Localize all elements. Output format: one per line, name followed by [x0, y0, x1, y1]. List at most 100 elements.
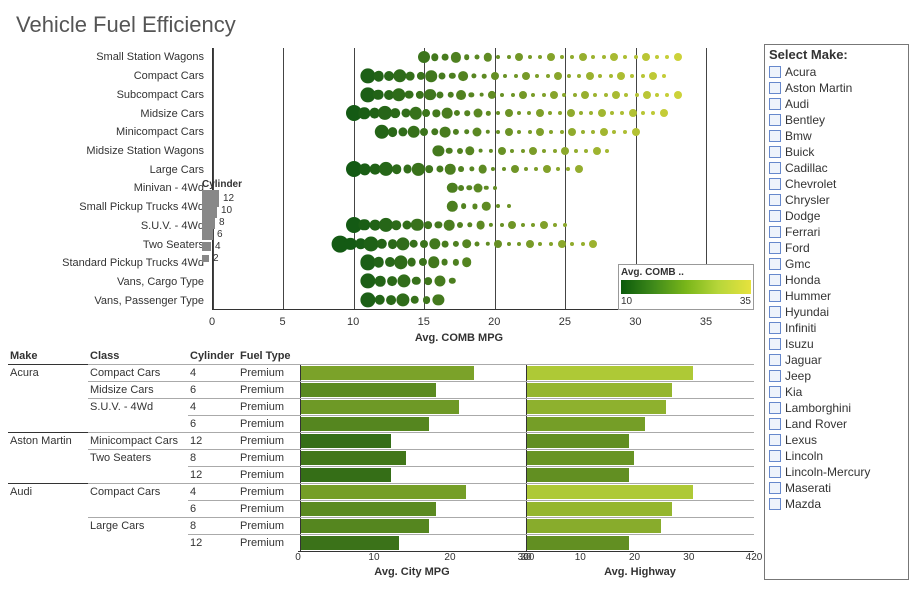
data-point[interactable] — [498, 147, 506, 155]
data-point[interactable] — [505, 109, 513, 117]
make-filter-item[interactable]: Kia — [769, 384, 904, 400]
data-point[interactable] — [521, 149, 525, 153]
data-point[interactable] — [409, 239, 418, 248]
data-point[interactable] — [549, 130, 553, 134]
data-point[interactable] — [502, 167, 506, 171]
data-point[interactable] — [442, 54, 449, 61]
data-point[interactable] — [479, 92, 484, 97]
data-point[interactable] — [563, 223, 567, 227]
hwy-bar[interactable] — [527, 468, 629, 482]
city-bar[interactable] — [301, 400, 459, 414]
data-point[interactable] — [359, 219, 370, 230]
data-point[interactable] — [386, 295, 396, 305]
data-point[interactable] — [397, 293, 410, 306]
data-point[interactable] — [496, 130, 500, 134]
data-point[interactable] — [522, 72, 530, 80]
data-point[interactable] — [593, 147, 601, 155]
data-point[interactable] — [542, 93, 546, 97]
data-point[interactable] — [602, 55, 606, 59]
data-point[interactable] — [374, 294, 385, 305]
city-bar[interactable] — [301, 366, 474, 380]
data-point[interactable] — [452, 259, 458, 265]
data-point[interactable] — [399, 127, 408, 136]
data-point[interactable] — [374, 257, 385, 268]
data-point[interactable] — [451, 52, 461, 62]
data-point[interactable] — [517, 111, 521, 115]
data-point[interactable] — [511, 165, 519, 173]
data-point[interactable] — [600, 128, 608, 136]
data-point[interactable] — [624, 93, 628, 97]
data-point[interactable] — [558, 240, 566, 248]
city-bar[interactable] — [301, 383, 436, 397]
data-point[interactable] — [665, 55, 669, 59]
hwy-bar[interactable] — [527, 417, 645, 431]
data-point[interactable] — [556, 167, 560, 171]
make-filter-item[interactable]: Honda — [769, 272, 904, 288]
data-point[interactable] — [598, 74, 602, 78]
data-point[interactable] — [558, 111, 562, 115]
data-point[interactable] — [623, 55, 627, 59]
data-point[interactable] — [503, 74, 507, 78]
data-point[interactable] — [453, 241, 459, 247]
data-point[interactable] — [584, 149, 588, 153]
data-point[interactable] — [674, 91, 682, 99]
data-point[interactable] — [360, 273, 375, 288]
data-point[interactable] — [507, 242, 511, 246]
data-point[interactable] — [620, 111, 624, 115]
data-point[interactable] — [591, 130, 595, 134]
data-point[interactable] — [566, 167, 570, 171]
data-point[interactable] — [655, 55, 659, 59]
data-point[interactable] — [424, 277, 432, 285]
data-point[interactable] — [465, 146, 474, 155]
data-point[interactable] — [634, 55, 638, 59]
data-point[interactable] — [567, 109, 575, 117]
data-point[interactable] — [424, 89, 436, 101]
data-point[interactable] — [500, 223, 504, 227]
data-point[interactable] — [444, 220, 455, 231]
data-point[interactable] — [589, 240, 597, 248]
data-point[interactable] — [441, 259, 448, 266]
data-point[interactable] — [500, 93, 504, 97]
data-point[interactable] — [473, 183, 482, 192]
hwy-bar[interactable] — [527, 536, 629, 550]
data-point[interactable] — [407, 126, 420, 139]
data-point[interactable] — [447, 91, 454, 98]
data-point[interactable] — [642, 53, 650, 61]
data-point[interactable] — [605, 149, 609, 153]
data-point[interactable] — [483, 53, 491, 61]
data-point[interactable] — [655, 93, 659, 97]
make-filter-item[interactable]: Lexus — [769, 432, 904, 448]
data-point[interactable] — [410, 107, 422, 119]
make-filter-item[interactable]: Gmc — [769, 256, 904, 272]
data-point[interactable] — [422, 109, 430, 117]
data-point[interactable] — [651, 111, 655, 115]
make-filter-item[interactable]: Ferrari — [769, 224, 904, 240]
data-point[interactable] — [441, 108, 452, 119]
make-filter-item[interactable]: Infiniti — [769, 320, 904, 336]
data-point[interactable] — [398, 274, 411, 287]
data-point[interactable] — [456, 90, 466, 100]
hwy-bar[interactable] — [527, 519, 661, 533]
data-point[interactable] — [489, 148, 493, 152]
data-point[interactable] — [435, 275, 446, 286]
data-point[interactable] — [610, 111, 614, 115]
data-point[interactable] — [534, 167, 538, 171]
data-point[interactable] — [392, 164, 402, 174]
data-point[interactable] — [445, 164, 456, 175]
data-point[interactable] — [641, 74, 645, 78]
data-point[interactable] — [496, 55, 500, 59]
data-point[interactable] — [630, 74, 634, 78]
data-point[interactable] — [632, 128, 640, 136]
data-point[interactable] — [635, 93, 639, 97]
make-filter-item[interactable]: Chevrolet — [769, 176, 904, 192]
data-point[interactable] — [609, 74, 613, 78]
data-point[interactable] — [475, 241, 480, 246]
data-point[interactable] — [604, 93, 608, 97]
data-point[interactable] — [489, 223, 493, 227]
make-filter-item[interactable]: Hummer — [769, 288, 904, 304]
data-point[interactable] — [411, 219, 423, 231]
data-point[interactable] — [419, 258, 427, 266]
data-point[interactable] — [643, 91, 651, 99]
data-point[interactable] — [436, 166, 443, 173]
hwy-bar[interactable] — [527, 434, 629, 448]
